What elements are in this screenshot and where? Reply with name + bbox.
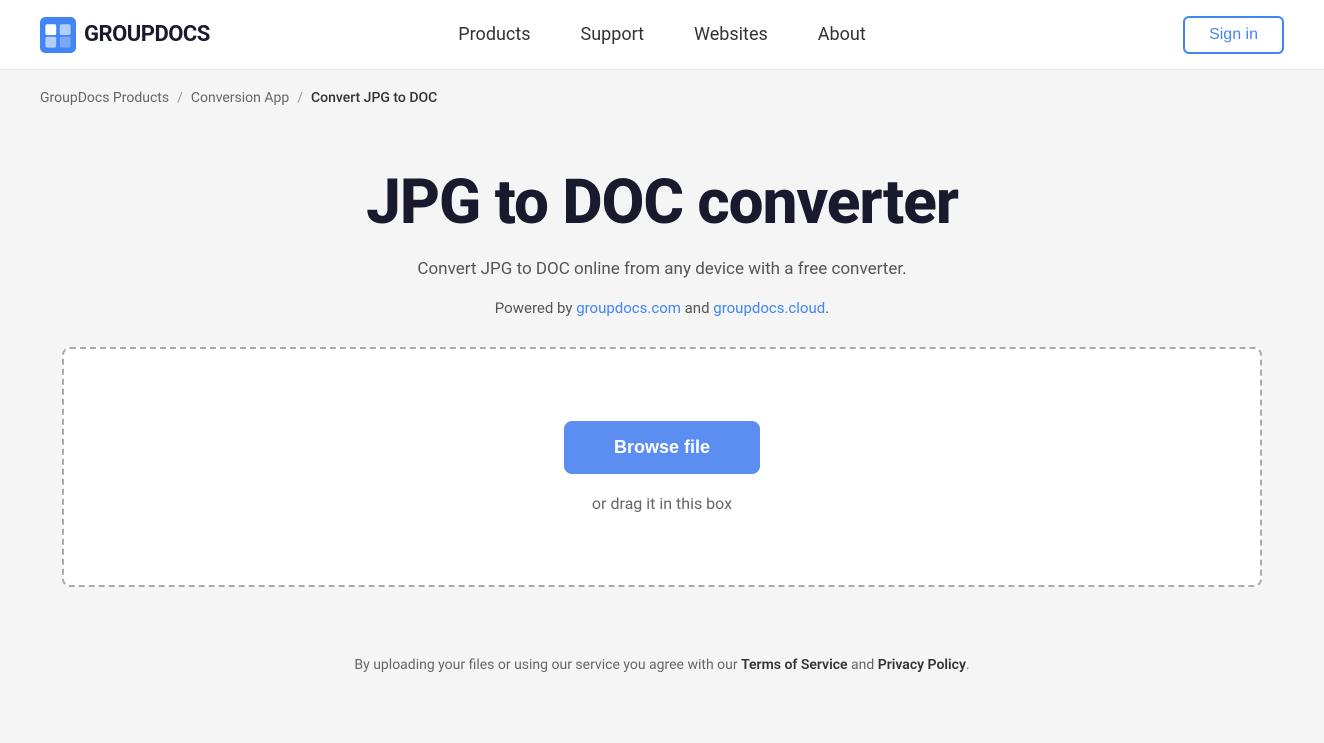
groupdocs-logo-icon xyxy=(40,17,76,53)
footer-suffix: . xyxy=(966,657,970,673)
nav-about[interactable]: About xyxy=(818,24,866,45)
breadcrumb-current: Convert JPG to DOC xyxy=(311,90,437,106)
drop-zone[interactable]: Browse file or drag it in this box xyxy=(62,347,1262,587)
powered-by-suffix: . xyxy=(825,299,829,317)
header: GROUPDOCS Products Support Websites Abou… xyxy=(0,0,1324,70)
breadcrumb-separator-1: / xyxy=(177,90,183,106)
page-subtitle: Convert JPG to DOC online from any devic… xyxy=(417,259,906,279)
groupdocs-cloud-link[interactable]: groupdocs.cloud xyxy=(713,299,825,317)
powered-by-middle: and xyxy=(681,299,713,317)
logo-area: GROUPDOCS xyxy=(40,17,210,53)
powered-by-prefix: Powered by xyxy=(495,299,576,317)
footer-prefix: By uploading your files or using our ser… xyxy=(354,657,741,673)
breadcrumb: GroupDocs Products / Conversion App / Co… xyxy=(0,70,1324,126)
nav-products[interactable]: Products xyxy=(458,24,530,45)
main-content: JPG to DOC converter Convert JPG to DOC … xyxy=(0,126,1324,627)
browse-file-button[interactable]: Browse file xyxy=(564,421,760,474)
breadcrumb-item-1[interactable]: GroupDocs Products xyxy=(40,90,169,106)
breadcrumb-separator-2: / xyxy=(297,90,303,106)
privacy-policy-link[interactable]: Privacy Policy xyxy=(878,657,966,673)
footer-middle: and xyxy=(848,657,878,673)
main-nav: Products Support Websites About xyxy=(458,24,865,45)
drag-text: or drag it in this box xyxy=(592,494,732,513)
powered-by-text: Powered by groupdocs.com and groupdocs.c… xyxy=(495,299,829,317)
header-actions: Sign in xyxy=(1183,16,1284,54)
terms-of-service-link[interactable]: Terms of Service xyxy=(741,657,847,673)
nav-support[interactable]: Support xyxy=(581,24,645,45)
page-title: JPG to DOC converter xyxy=(366,166,958,239)
footer-note: By uploading your files or using our ser… xyxy=(0,627,1324,693)
groupdocs-com-link[interactable]: groupdocs.com xyxy=(576,299,681,317)
sign-in-button[interactable]: Sign in xyxy=(1183,16,1284,54)
logo-text: GROUPDOCS xyxy=(84,22,210,47)
breadcrumb-item-2[interactable]: Conversion App xyxy=(191,90,289,106)
nav-websites[interactable]: Websites xyxy=(694,24,768,45)
